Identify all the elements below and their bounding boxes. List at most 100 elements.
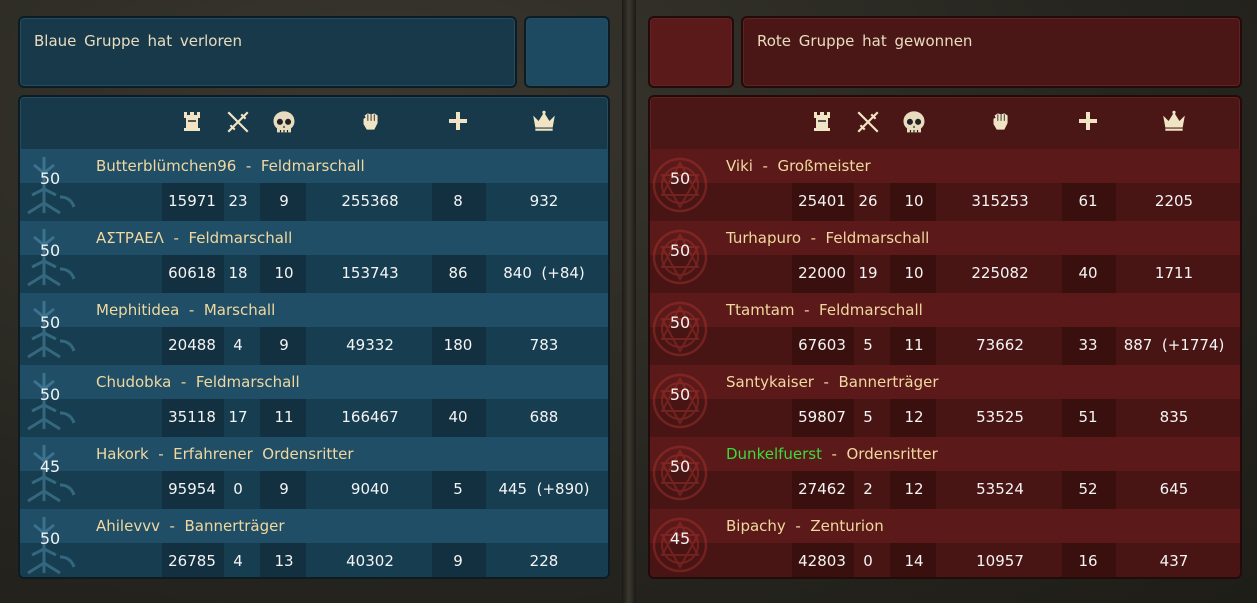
stat-score: 783 <box>529 336 559 354</box>
player-name[interactable]: Ttamtam <box>726 301 795 319</box>
stat-damage: 10957 <box>976 552 1024 570</box>
player-rank: Feldmarschall <box>195 373 300 391</box>
player-name-line: Butterblümchen96 - Feldmarschall <box>96 157 365 175</box>
player-rank: Feldmarschall <box>819 301 923 319</box>
player-name[interactable]: Ahilevvv <box>96 517 160 535</box>
stat-healing: 61 <box>1078 192 1098 210</box>
player-row[interactable]: 50 Dunkelfuerst - Ordensritter 27462 2 12 535… <box>650 437 1240 509</box>
tower-icon <box>178 109 206 137</box>
player-name[interactable]: Hakork <box>96 445 149 463</box>
player-name[interactable]: Viki <box>726 157 753 175</box>
player-row[interactable]: 50 Butterblümchen96 - Feldmarschall 15971 2… <box>20 149 608 221</box>
stat-kills: 2 <box>863 480 873 498</box>
player-name[interactable]: Santykaiser <box>726 373 814 391</box>
player-name[interactable]: ΑΣΤΡΑΕΛ <box>96 229 164 247</box>
stat-healing: 86 <box>448 264 468 282</box>
player-row[interactable]: 50 Ahilevvv - Bannerträger 26785 4 13 40302 9 2… <box>20 509 608 577</box>
player-name[interactable]: Bipachy <box>726 517 786 535</box>
stat-score: 645 <box>1159 480 1189 498</box>
stat-healing: 52 <box>1078 480 1098 498</box>
player-row[interactable]: 50 Mephitidea - Marschall 20488 4 9 49332 180 7… <box>20 293 608 365</box>
player-rank: Zenturion <box>810 517 884 535</box>
name-separator: - <box>813 373 839 391</box>
stat-damage: 315253 <box>971 192 1029 210</box>
stat-deaths: 12 <box>904 408 924 426</box>
stat-healing: 5 <box>453 480 463 498</box>
player-row[interactable]: 50 Santykaiser - Bannerträger 59807 5 12 5352… <box>650 365 1240 437</box>
player-row[interactable]: 50 ΑΣΤΡΑΕΛ - Feldmarschall 60618 18 10 153743… <box>20 221 608 293</box>
player-name-line: Ahilevvv - Bannerträger <box>96 517 285 535</box>
player-name[interactable]: Mephitidea <box>96 301 179 319</box>
blue-team-panel: Blaue Gruppe hat verloren 50 Butterblümch… <box>0 0 622 603</box>
player-name-line: Bipachy - Zenturion <box>726 517 884 535</box>
crown-icon <box>530 109 558 137</box>
stat-healing: 40 <box>1078 264 1098 282</box>
stat-deaths: 11 <box>904 336 924 354</box>
name-separator: - <box>159 517 185 535</box>
stat-deaths: 10 <box>904 192 924 210</box>
stat-deaths: 9 <box>279 336 289 354</box>
player-rank: Feldmarschall <box>260 157 365 175</box>
stat-kills: 5 <box>863 408 873 426</box>
player-level: 50 <box>39 313 61 332</box>
stat-healing: 51 <box>1078 408 1098 426</box>
player-name[interactable]: Turhapuro <box>726 229 801 247</box>
player-level: 50 <box>669 457 691 476</box>
skull-icon <box>270 109 298 137</box>
plus-icon <box>1074 109 1102 137</box>
player-level: 45 <box>39 457 61 476</box>
stat-healing: 8 <box>453 192 463 210</box>
name-separator: - <box>794 301 820 319</box>
stat-damage: 40302 <box>346 552 394 570</box>
stat-healing: 33 <box>1078 336 1098 354</box>
stat-healing: 9 <box>453 552 463 570</box>
name-separator: - <box>163 229 189 247</box>
stat-damage: 49332 <box>346 336 394 354</box>
player-row[interactable]: 50 Turhapuro - Feldmarschall 22000 19 10 2250… <box>650 221 1240 293</box>
player-name-line: Viki - Großmeister <box>726 157 871 175</box>
name-separator: - <box>171 373 196 391</box>
red-title-box: Rote Gruppe hat gewonnen <box>741 16 1242 88</box>
name-separator: - <box>236 157 261 175</box>
player-level: 50 <box>39 169 61 188</box>
player-name-line: ΑΣΤΡΑΕΛ - Feldmarschall <box>96 229 292 247</box>
player-row[interactable]: 50 Ttamtam - Feldmarschall 67603 5 11 73662 33… <box>650 293 1240 365</box>
stat-deaths: 11 <box>274 408 294 426</box>
crossed-swords-icon <box>854 109 882 137</box>
blue-emblem-box <box>524 16 610 88</box>
player-name[interactable]: Dunkelfuerst <box>726 445 822 463</box>
crown-icon <box>1160 109 1188 137</box>
stat-kills: 0 <box>863 552 873 570</box>
stat-deaths: 10 <box>274 264 294 282</box>
player-row[interactable]: 45 Bipachy - Zenturion 42803 0 14 10957 16 437 <box>650 509 1240 577</box>
stat-healing: 16 <box>1078 552 1098 570</box>
stat-healing: 40 <box>448 408 468 426</box>
stat-damage: 53524 <box>976 480 1024 498</box>
player-name-line: Dunkelfuerst - Ordensritter <box>726 445 938 463</box>
player-level: 50 <box>669 313 691 332</box>
name-separator: - <box>822 445 847 463</box>
panel-divider <box>622 0 636 603</box>
player-rank: Feldmarschall <box>825 229 930 247</box>
stat-damage: 53525 <box>976 408 1024 426</box>
player-rank: Bannerträger <box>184 517 285 535</box>
player-level: 50 <box>39 385 61 404</box>
player-row[interactable]: 50 Viki - Großmeister 25401 26 10 315253 61 220… <box>650 149 1240 221</box>
stat-damage: 153743 <box>341 264 399 282</box>
name-separator: - <box>801 229 826 247</box>
stat-damage: 166467 <box>341 408 399 426</box>
player-row[interactable]: 45 Hakork - Erfahrener Ordensritter 95954 0… <box>20 437 608 509</box>
stat-kills: 23 <box>228 192 248 210</box>
stat-kills: 4 <box>233 336 243 354</box>
player-row[interactable]: 50 Chudobka - Feldmarschall 35118 17 11 16646… <box>20 365 608 437</box>
stat-score: 2205 <box>1154 192 1194 210</box>
blue-table-header <box>20 97 608 149</box>
stat-healing: 180 <box>443 336 473 354</box>
player-rank: Großmeister <box>777 157 871 175</box>
player-rank: Ordensritter <box>846 445 938 463</box>
stat-kills: 4 <box>233 552 243 570</box>
player-name[interactable]: Chudobka <box>96 373 171 391</box>
player-name[interactable]: Butterblümchen96 <box>96 157 236 175</box>
player-level: 50 <box>669 169 691 188</box>
blue-stats-table: 50 Butterblümchen96 - Feldmarschall 15971 2… <box>18 95 610 579</box>
